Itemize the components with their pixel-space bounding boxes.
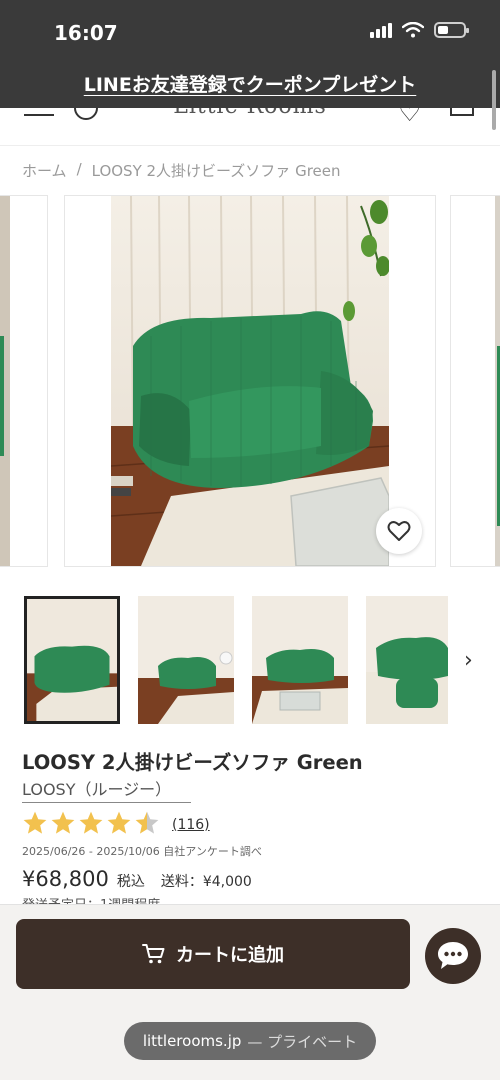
thumbnail-strip	[24, 596, 464, 726]
favorites-icon[interactable]: ♡	[398, 108, 421, 128]
star-icon	[23, 811, 47, 834]
chevron-right-icon[interactable]: ›	[464, 648, 473, 673]
breadcrumb-home[interactable]: ホーム	[22, 160, 67, 181]
add-to-cart-label: カートに追加	[176, 945, 284, 966]
brand-link[interactable]: LOOSY（ルージー）	[22, 776, 192, 803]
thumbnail-1[interactable]	[24, 596, 120, 724]
gallery-prev-slide[interactable]	[0, 195, 48, 567]
scrollbar	[492, 70, 496, 130]
status-icons	[370, 22, 469, 38]
thumbnail-2[interactable]	[138, 596, 234, 724]
survey-note: 2025/06/26 - 2025/10/06 自社アンケート調べ	[22, 845, 262, 858]
site-header: Little Rooms ♡	[0, 108, 500, 146]
breadcrumb: ホーム / LOOSY 2人掛けビーズソファ Green	[22, 160, 341, 181]
breadcrumb-separator: /	[76, 160, 82, 178]
favorite-button[interactable]	[376, 508, 422, 554]
gallery-main-slide[interactable]	[64, 195, 436, 567]
line-coupon-banner[interactable]: LINEお友達登録でクーポンプレゼント	[0, 70, 500, 97]
browser-url-bar[interactable]: littlerooms.jp — プライベート	[124, 1022, 376, 1060]
cart-icon	[142, 944, 165, 964]
signal-icon	[370, 22, 392, 38]
chat-icon	[438, 942, 468, 969]
star-icon	[107, 811, 131, 834]
status-bar: 16:07	[0, 0, 500, 64]
add-to-cart-button[interactable]: カートに追加	[16, 919, 410, 989]
gallery-next-slide[interactable]	[450, 195, 500, 567]
price-row: ¥68,800 税込 送料：¥4,000	[22, 867, 252, 891]
breadcrumb-current: LOOSY 2人掛けビーズソファ Green	[91, 162, 341, 180]
wifi-icon	[402, 22, 424, 38]
product-title: LOOSY 2人掛けビーズソファ Green	[22, 751, 363, 774]
half-star-icon	[135, 811, 159, 834]
tax-label: 税込	[116, 874, 145, 890]
star-icon	[79, 811, 103, 834]
review-count-link[interactable]: (116)	[172, 817, 210, 833]
battery-icon	[434, 22, 469, 38]
shipping-fee: 送料：¥4,000	[160, 874, 252, 890]
site-logo[interactable]: Little Rooms	[0, 108, 500, 119]
star-icon	[51, 811, 75, 834]
chat-button[interactable]	[425, 928, 481, 984]
cart-icon[interactable]	[450, 108, 474, 116]
product-photo	[111, 196, 389, 566]
url-domain: littlerooms.jp	[142, 1032, 242, 1050]
thumbnail-3[interactable]	[252, 596, 348, 724]
price: ¥68,800	[22, 867, 109, 891]
thumbnail-4[interactable]	[366, 596, 448, 724]
heart-icon	[387, 521, 411, 541]
status-time: 16:07	[54, 21, 118, 45]
rating-stars	[22, 810, 160, 836]
private-mode-label: — プライベート	[247, 1032, 358, 1051]
